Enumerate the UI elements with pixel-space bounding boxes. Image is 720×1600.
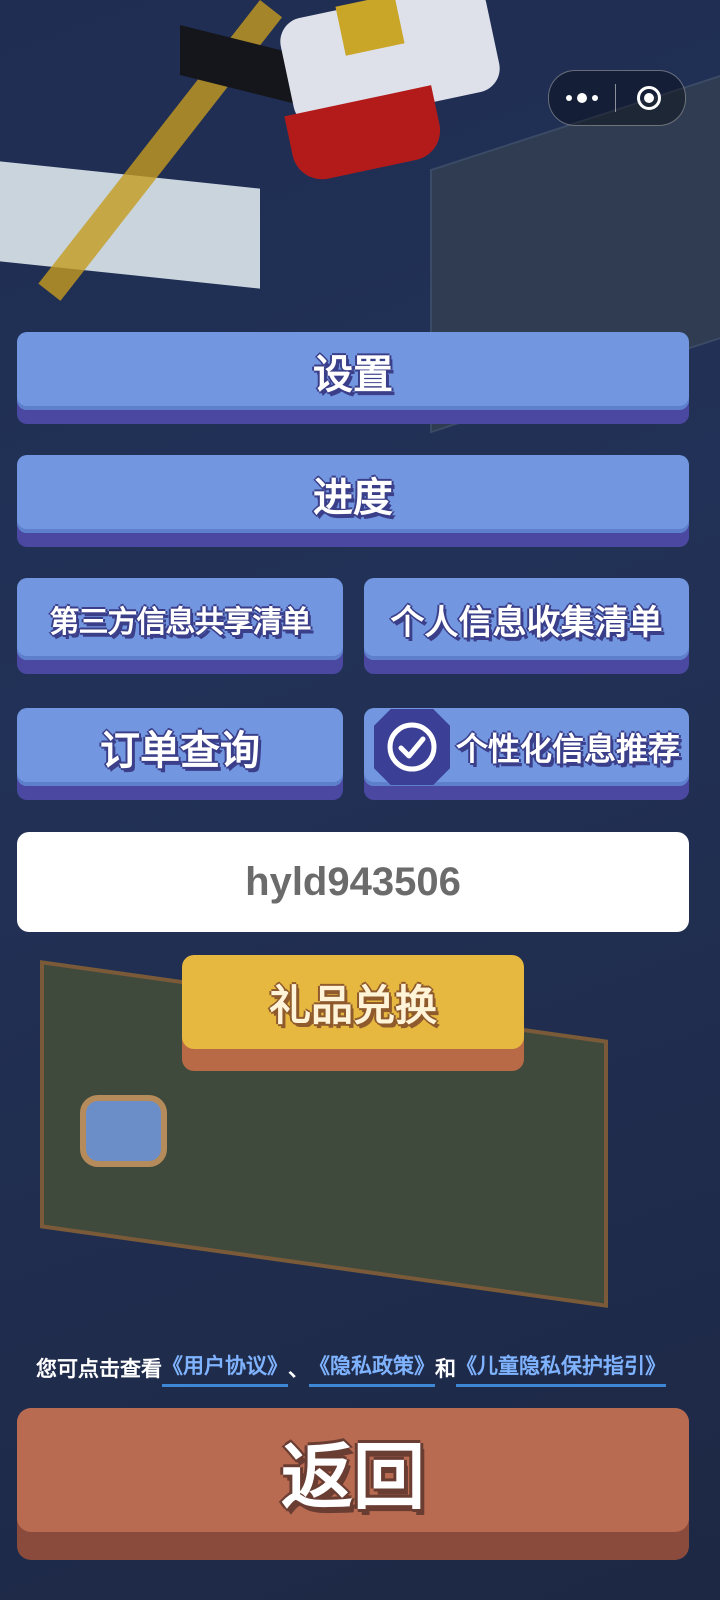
target-circle-icon[interactable] bbox=[616, 86, 682, 110]
checkmark-icon[interactable] bbox=[374, 709, 450, 785]
more-dots-icon[interactable] bbox=[549, 93, 615, 103]
back-button[interactable]: 返回 bbox=[17, 1408, 689, 1532]
agreement-prefix: 您可点击查看 bbox=[36, 1357, 162, 1381]
third-party-info-list-button[interactable]: 第三方信息共享清单 bbox=[17, 578, 343, 660]
progress-button[interactable]: 进度 bbox=[17, 455, 689, 533]
user-agreement-link[interactable]: 《用户协议》 bbox=[162, 1350, 288, 1387]
settings-button[interactable]: 设置 bbox=[17, 332, 689, 410]
progress-label: 进度 bbox=[313, 475, 393, 521]
user-id-text: hyld943506 bbox=[245, 859, 461, 904]
agreement-notice: 您可点击查看 《用户协议》 、 《隐私政策》 和 《儿童隐私保护指引》 bbox=[36, 1348, 696, 1388]
child-privacy-link[interactable]: 《儿童隐私保护指引》 bbox=[456, 1350, 666, 1387]
agreement-and: 和 bbox=[435, 1357, 456, 1381]
back-label: 返回 bbox=[280, 1434, 425, 1519]
third-party-info-list-label: 第三方信息共享清单 bbox=[49, 605, 312, 640]
background-pool bbox=[80, 1095, 167, 1167]
gift-redeem-button[interactable]: 礼品兑换 bbox=[182, 955, 524, 1049]
personalized-recommendation-label: 个性化信息推荐 bbox=[456, 730, 681, 768]
agreement-separator: 、 bbox=[288, 1357, 309, 1381]
personal-info-list-label: 个人信息收集清单 bbox=[390, 602, 663, 643]
settings-label: 设置 bbox=[313, 352, 393, 398]
user-id-field: hyld943506 bbox=[17, 832, 689, 932]
personalized-recommendation-toggle[interactable]: 个性化信息推荐 bbox=[364, 708, 689, 786]
gift-redeem-label: 礼品兑换 bbox=[268, 980, 437, 1030]
mini-program-capsule bbox=[548, 70, 686, 126]
order-query-label: 订单查询 bbox=[100, 728, 260, 774]
personal-info-list-button[interactable]: 个人信息收集清单 bbox=[364, 578, 689, 660]
privacy-policy-link[interactable]: 《隐私政策》 bbox=[309, 1350, 435, 1387]
order-query-button[interactable]: 订单查询 bbox=[17, 708, 343, 786]
